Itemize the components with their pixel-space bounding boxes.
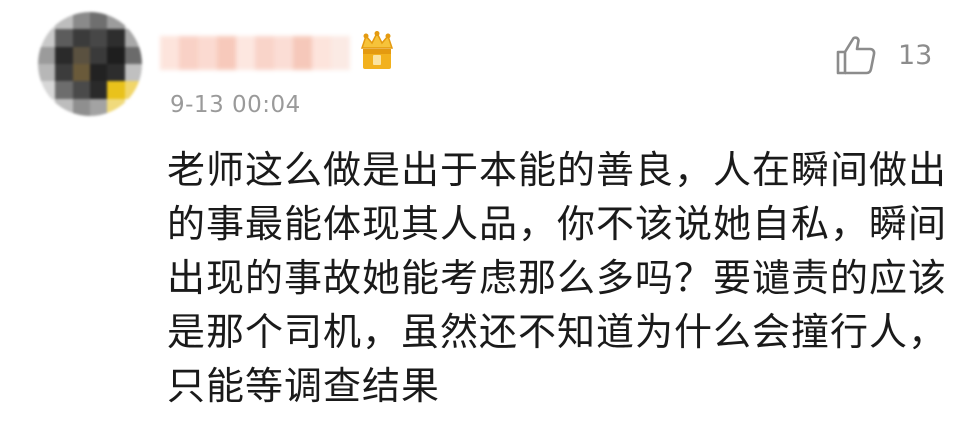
comment-line: 出现的事故她能考虑那么多吗？要谴责的应该 [167, 256, 948, 300]
username: user [160, 36, 350, 70]
user-avatar[interactable] [38, 12, 142, 116]
crown-badge-icon [356, 31, 398, 71]
comment-timestamp: 9-13 00:04 [170, 92, 301, 118]
like-button[interactable]: 13 [834, 32, 932, 78]
comment-card: user 9-13 00:04 13 老师这么做是出于本能的善良，人在瞬间做出 … [0, 0, 978, 441]
comment-body: 老师这么做是出于本能的善良，人在瞬间做出 的事最能体现其人品，你不该说她自私，瞬… [167, 143, 957, 413]
comment-line: 是那个司机，虽然还不知道为什么会撞行人， [167, 310, 948, 354]
like-count: 13 [898, 39, 933, 71]
comment-line: 老师这么做是出于本能的善良，人在瞬间做出 [167, 148, 948, 192]
comment-line: 只能等调查结果 [167, 364, 441, 408]
thumbs-up-icon[interactable] [834, 33, 878, 77]
comment-line: 的事最能体现其人品，你不该说她自私，瞬间 [167, 202, 948, 246]
